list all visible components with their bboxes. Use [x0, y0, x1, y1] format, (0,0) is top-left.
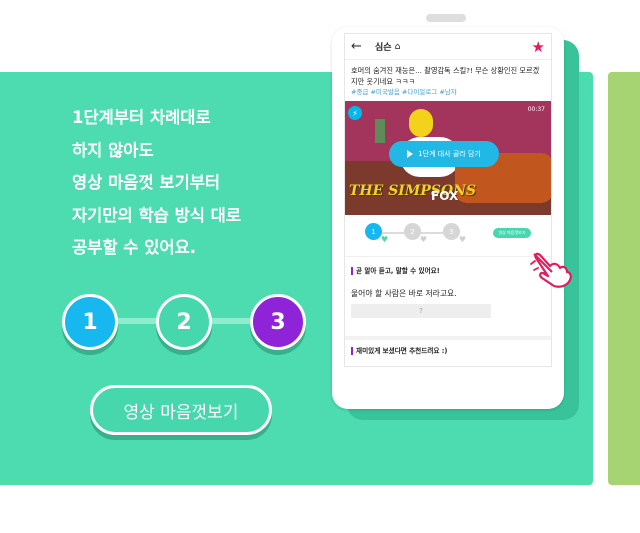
pointer-hand-icon	[530, 252, 572, 288]
heart-icon: ♥	[458, 235, 466, 244]
step-connector	[112, 318, 162, 324]
heart-icon: ♥	[380, 235, 388, 244]
headline-line: 하지 않아도	[72, 140, 154, 160]
video-character-head	[409, 109, 433, 137]
mini-step-label: 2	[410, 227, 415, 236]
headline-line: 공부할 수 있어요.	[72, 238, 197, 257]
headline-line: 자기만의 학습 방식 대로	[72, 205, 242, 225]
step-connector	[206, 318, 256, 324]
video-scene-lamp	[375, 119, 385, 143]
accent-bar	[351, 267, 353, 275]
headline: 1단계부터 차례대로 하지 않아도 영상 마음껏 보기부터 자기만의 학습 방식…	[72, 102, 332, 265]
mini-step-3[interactable]: 3 ♥	[443, 223, 466, 244]
lightning-icon: ⚡	[348, 106, 362, 120]
question2-heading: 재미있게 보셨다면 추천드려요 :)	[345, 340, 551, 355]
question1-sentence: 울어야 할 사람은 바로 저라고요.	[351, 289, 457, 298]
heart-icon: ♥	[419, 235, 427, 244]
mini-step-label: 3	[449, 227, 454, 236]
video-tags[interactable]: #중급 #미국발음 #다이얼로그 #남자	[345, 87, 551, 97]
step-indicator: 1 2 3	[62, 294, 306, 350]
green-side-panel	[608, 72, 640, 485]
play-button-label: 1단계 대사 골라 담기	[418, 150, 481, 158]
answer-input[interactable]: ?	[351, 304, 491, 318]
network-logo: FOX	[431, 189, 459, 203]
question1-heading-text: 곧 알아 듣고, 말할 수 있어요!	[356, 267, 440, 275]
content-title: 심슨	[375, 43, 392, 53]
headline-line: 영상 마음껏 보기부터	[72, 173, 221, 192]
phone-mockup: ← 심슨 ⌂ ★ 호머의 숨겨진 재능은... 촬영감독 스킬?! 무슨 상황인…	[332, 27, 564, 409]
mini-step-indicator: 1 ♥ 2 ♥ 3 ♥ 영상 마음껏보기	[345, 215, 551, 257]
question1-heading: 곧 알아 듣고, 말할 수 있어요!	[345, 257, 551, 275]
step-2-button[interactable]: 2	[156, 294, 212, 350]
question2-heading-text: 재미있게 보셨다면 추천드려요 :)	[356, 347, 448, 355]
headline-line: 1단계부터 차례대로	[72, 108, 211, 127]
back-arrow-icon[interactable]: ←	[351, 39, 367, 54]
mini-step-label: 1	[371, 227, 376, 236]
watch-video-button[interactable]: 영상 마음껏보기	[90, 385, 272, 435]
play-button[interactable]: 1단계 대사 골라 담기	[389, 141, 499, 167]
star-icon[interactable]: ★	[532, 38, 545, 56]
home-icon[interactable]: ⌂	[395, 42, 401, 52]
video-description: 호머의 숨겨진 재능은... 촬영감독 스킬?! 무슨 상황인진 모르겠지만 웃…	[351, 66, 540, 86]
video-time: 00:37	[527, 106, 545, 113]
mini-step-1[interactable]: 1 ♥	[365, 223, 388, 244]
step-1-button[interactable]: 1	[62, 294, 118, 350]
mini-step-2[interactable]: 2 ♥	[404, 223, 427, 244]
mini-watch-video-button[interactable]: 영상 마음껏보기	[493, 228, 531, 238]
phone-speaker	[426, 14, 466, 22]
phone-screen: ← 심슨 ⌂ ★ 호머의 숨겨진 재능은... 촬영감독 스킬?! 무슨 상황인…	[344, 33, 552, 367]
app-topbar: ← 심슨 ⌂ ★	[345, 34, 551, 60]
video-player[interactable]: ⚡ 00:37 THE SIMPSONS FOX 1단계 대사 골라 담기	[345, 101, 551, 215]
step-3-button[interactable]: 3	[250, 294, 306, 350]
play-icon	[407, 150, 414, 158]
accent-bar	[351, 347, 353, 355]
